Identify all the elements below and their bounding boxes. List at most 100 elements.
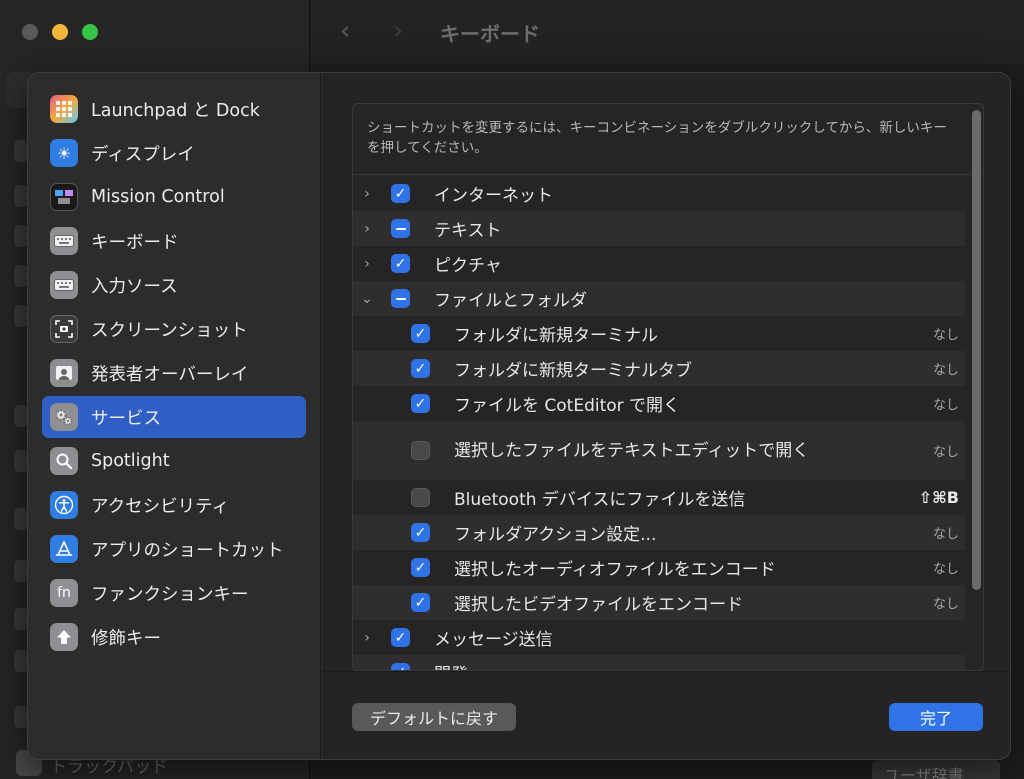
- sidebar-item-accessibility[interactable]: アクセシビリティ: [42, 484, 306, 526]
- sidebar-item-launchpad-dock[interactable]: Launchpad と Dock: [42, 88, 306, 130]
- service-row[interactable]: ✓ ファイルを CotEditor で開く なし: [353, 386, 965, 421]
- checkbox-checked[interactable]: ✓: [391, 663, 410, 670]
- services-panel: ショートカットを変更するには、キーコンビネーションをダブルクリックしてから、新し…: [322, 73, 1010, 759]
- sidebar-item-label: 修飾キー: [91, 628, 161, 649]
- service-label: 選択したファイルをテキストエディットで開く: [454, 440, 810, 461]
- scrollbar[interactable]: [972, 110, 981, 590]
- background-sidebar-icon: [14, 305, 28, 327]
- minimize-button[interactable]: [52, 24, 68, 40]
- category-row-messaging[interactable]: › ✓ メッセージ送信: [353, 620, 965, 655]
- checkbox-checked[interactable]: ✓: [391, 254, 410, 273]
- instructions-text: ショートカットを変更するには、キーコンビネーションをダブルクリックしてから、新し…: [367, 120, 947, 156]
- fn-icon: fn: [50, 579, 78, 607]
- divider: [353, 174, 983, 175]
- category-label: メッセージ送信: [434, 630, 553, 650]
- category-row-files-folders[interactable]: ⌄ ファイルとフォルダ: [353, 281, 965, 316]
- checkbox-checked[interactable]: ✓: [411, 359, 430, 378]
- restore-defaults-button[interactable]: デフォルトに戻す: [352, 703, 516, 731]
- checkbox-unchecked[interactable]: [411, 488, 430, 507]
- close-button[interactable]: [22, 24, 38, 40]
- checkbox-checked[interactable]: ✓: [411, 394, 430, 413]
- sidebar-item-display[interactable]: ☀ ディスプレイ: [42, 132, 306, 174]
- service-label: 選択したビデオファイルをエンコード: [454, 595, 743, 615]
- service-row[interactable]: ✓ フォルダアクション設定... なし: [353, 515, 965, 550]
- shortcut-value[interactable]: なし: [933, 394, 959, 413]
- sidebar-item-label: Spotlight: [91, 451, 170, 471]
- sidebar-item-label: ファンクションキー: [91, 584, 249, 605]
- category-row-text[interactable]: › テキスト: [353, 211, 965, 246]
- service-row[interactable]: ✓ 選択したビデオファイルをエンコード なし: [353, 585, 965, 620]
- category-row-development[interactable]: › ✓ 開発: [353, 655, 965, 670]
- shortcut-value[interactable]: なし: [933, 441, 959, 460]
- sidebar-item-screenshot[interactable]: スクリーンショット: [42, 308, 306, 350]
- service-row[interactable]: ✓ フォルダに新規ターミナル なし: [353, 316, 965, 351]
- sidebar-item-function-keys[interactable]: fn ファンクションキー: [42, 572, 306, 614]
- checkbox-mixed[interactable]: [391, 219, 410, 238]
- category-row-internet[interactable]: › ✓ インターネット: [353, 176, 965, 211]
- sidebar-item-keyboard[interactable]: キーボード: [42, 220, 306, 262]
- sidebar-item-presenter-overlay[interactable]: 発表者オーバーレイ: [42, 352, 306, 394]
- back-arrow-icon[interactable]: ‹: [340, 16, 350, 46]
- service-row[interactable]: Bluetooth デバイスにファイルを送信 ⇧⌘B: [353, 480, 965, 515]
- service-label: Bluetooth デバイスにファイルを送信: [454, 490, 746, 510]
- forward-arrow-icon[interactable]: ›: [393, 16, 403, 46]
- sidebar-item-label: アプリのショートカット: [91, 540, 284, 561]
- category-label: ファイルとフォルダ: [434, 291, 587, 311]
- service-row[interactable]: ✓ 選択したオーディオファイルをエンコード なし: [353, 550, 965, 585]
- spotlight-icon: [50, 447, 78, 475]
- sidebar-item-app-shortcuts[interactable]: アプリのショートカット: [42, 528, 306, 570]
- sidebar-item-label: スクリーンショット: [91, 320, 248, 341]
- sidebar-item-modifier-keys[interactable]: 修飾キー: [42, 616, 306, 658]
- services-table: ショートカットを変更するには、キーコンビネーションをダブルクリックしてから、新し…: [352, 103, 984, 671]
- sidebar-item-label: アクセシビリティ: [91, 496, 230, 517]
- sidebar-item-services[interactable]: サービス: [42, 396, 306, 438]
- sidebar-item-mission-control[interactable]: Mission Control: [42, 176, 306, 218]
- shortcut-value[interactable]: なし: [933, 359, 959, 378]
- checkbox-checked[interactable]: ✓: [411, 558, 430, 577]
- checkbox-checked[interactable]: ✓: [391, 628, 410, 647]
- launchpad-icon: [50, 95, 78, 123]
- category-row-pictures[interactable]: › ✓ ピクチャ: [353, 246, 965, 281]
- shortcut-value[interactable]: なし: [933, 558, 959, 577]
- chevron-right-icon[interactable]: ›: [361, 221, 373, 237]
- background-sidebar-icon: [14, 650, 28, 672]
- service-label: フォルダに新規ターミナルタブ: [454, 361, 692, 381]
- service-label: ファイルを CotEditor で開く: [454, 396, 681, 416]
- background-sidebar-icon: [14, 706, 28, 728]
- shortcut-value[interactable]: ⇧⌘B: [919, 488, 959, 507]
- checkbox-checked[interactable]: ✓: [391, 184, 410, 203]
- checkbox-checked[interactable]: ✓: [411, 523, 430, 542]
- service-row[interactable]: ✓ フォルダに新規ターミナルタブ なし: [353, 351, 965, 386]
- sidebar-item-input-sources[interactable]: 入力ソース: [42, 264, 306, 306]
- service-row[interactable]: 選択したファイルをテキストエディットで開く なし: [353, 421, 965, 480]
- chevron-right-icon[interactable]: ›: [361, 630, 373, 646]
- background-sidebar-icon: [14, 450, 28, 472]
- chevron-right-icon[interactable]: ›: [361, 186, 373, 202]
- checkbox-checked[interactable]: ✓: [411, 324, 430, 343]
- category-label: インターネット: [434, 186, 553, 206]
- sidebar-item-label: Mission Control: [91, 187, 225, 207]
- sidebar-item-label: Launchpad と Dock: [91, 100, 260, 121]
- checkbox-unchecked[interactable]: [411, 441, 430, 460]
- services-icon: [50, 403, 78, 431]
- chevron-down-icon[interactable]: ⌄: [361, 291, 373, 307]
- checkbox-mixed[interactable]: [391, 289, 410, 308]
- zoom-button[interactable]: [82, 24, 98, 40]
- shortcut-value[interactable]: なし: [933, 523, 959, 542]
- shortcut-value[interactable]: なし: [933, 324, 959, 343]
- accessibility-icon: [50, 491, 78, 519]
- sidebar-item-label: サービス: [91, 408, 161, 429]
- background-sidebar-icon: [14, 140, 28, 162]
- display-icon: ☀: [50, 139, 78, 167]
- background-sidebar-icon: [14, 225, 28, 247]
- background-sidebar-icon: [14, 185, 28, 207]
- sidebar-item-label: 入力ソース: [91, 276, 178, 297]
- sidebar-item-spotlight[interactable]: Spotlight: [42, 440, 306, 482]
- done-button[interactable]: 完了: [889, 703, 983, 731]
- user-dictionary-button[interactable]: ユーザ辞書...: [872, 760, 1000, 779]
- screenshot-icon: [50, 315, 78, 343]
- app-shortcuts-icon: [50, 535, 78, 563]
- checkbox-checked[interactable]: ✓: [411, 593, 430, 612]
- shortcut-value[interactable]: なし: [933, 593, 959, 612]
- chevron-right-icon[interactable]: ›: [361, 256, 373, 272]
